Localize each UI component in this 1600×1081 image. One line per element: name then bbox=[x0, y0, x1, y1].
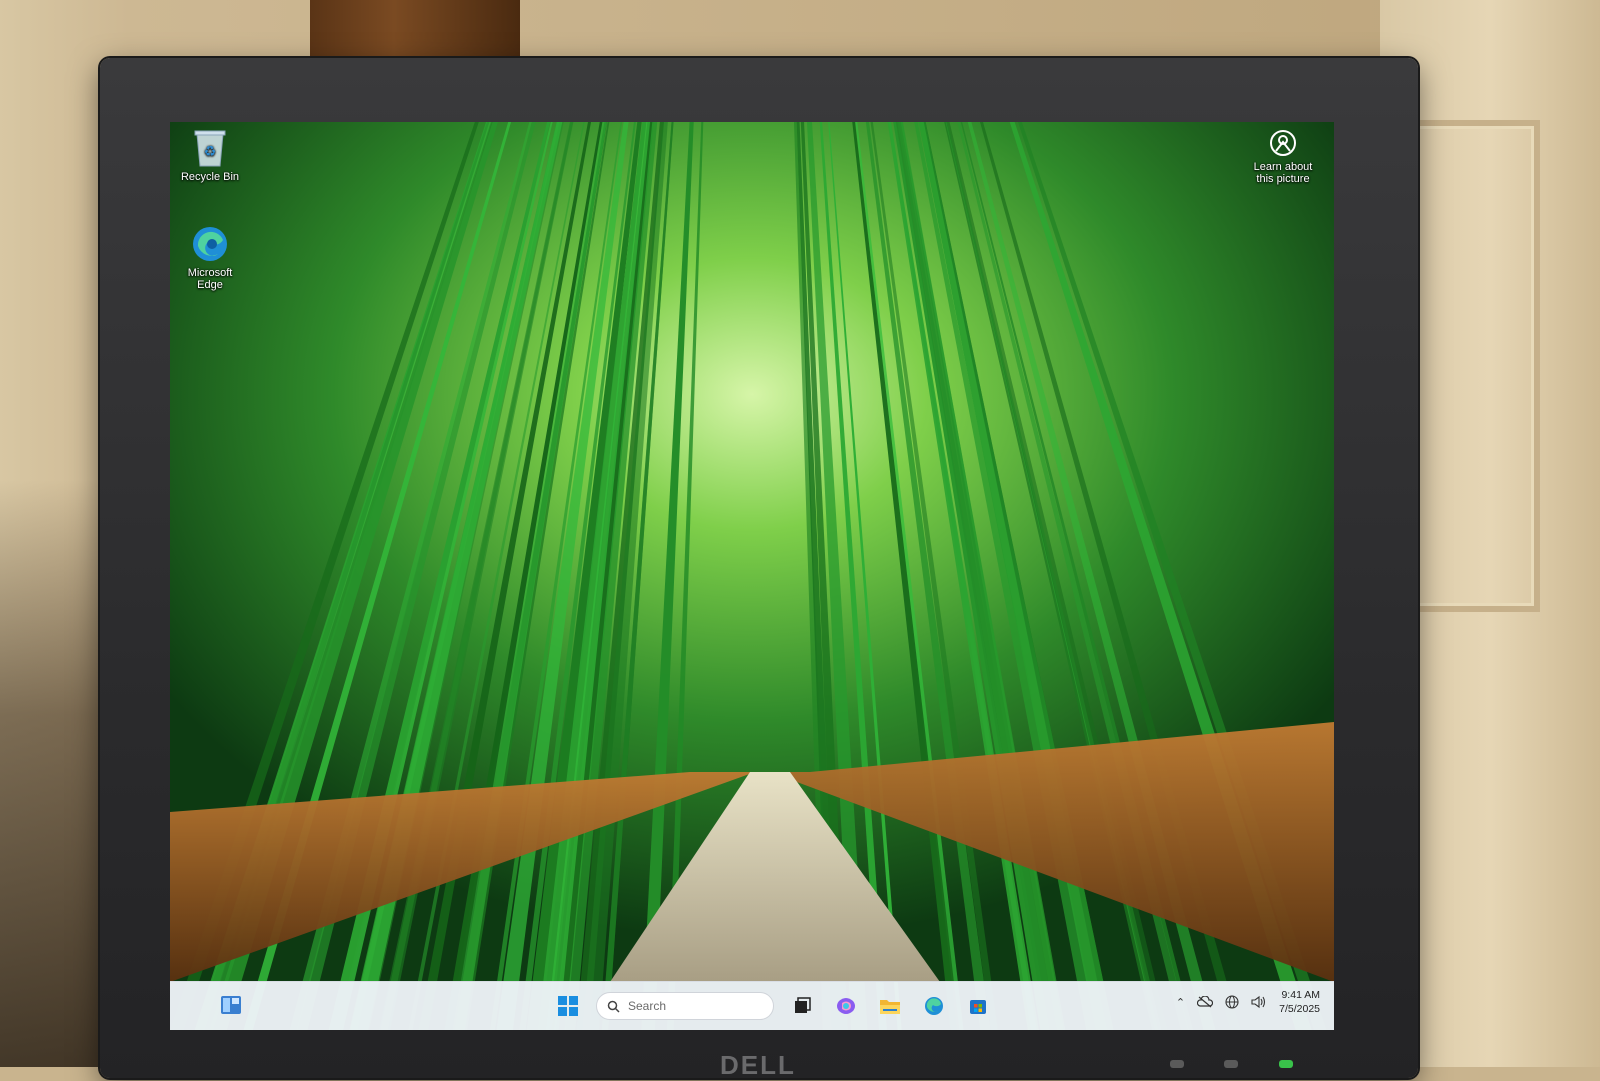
clock-date: 7/5/2025 bbox=[1279, 1003, 1320, 1015]
search-icon bbox=[607, 1000, 620, 1013]
edge-taskbar-button[interactable] bbox=[918, 990, 950, 1022]
taskbar: Search ⌃ 9:41 AM 7/5/2025 bbox=[170, 981, 1334, 1030]
network-icon[interactable] bbox=[1225, 995, 1239, 1009]
copilot-icon bbox=[837, 998, 855, 1014]
monitor-brand: DELL bbox=[720, 1050, 796, 1080]
file-explorer-icon bbox=[880, 1000, 900, 1014]
door-panel bbox=[1408, 120, 1540, 612]
store-button[interactable] bbox=[962, 990, 994, 1022]
edge-icon bbox=[925, 997, 943, 1015]
widgets-button[interactable] bbox=[220, 994, 242, 1021]
learn-label-line2: this picture bbox=[1256, 173, 1310, 185]
edge-label-line2: Edge bbox=[197, 279, 223, 291]
taskbar-center: Search bbox=[552, 990, 994, 1022]
wallpaper bbox=[170, 122, 1334, 1030]
edge-shortcut[interactable]: Microsoft Edge bbox=[170, 224, 250, 291]
recycle-bin-icon: ♻ bbox=[194, 130, 226, 167]
search-box[interactable]: Search bbox=[596, 992, 774, 1020]
task-view-button[interactable] bbox=[786, 990, 818, 1022]
learn-label-line1: Learn about bbox=[1253, 161, 1313, 173]
file-explorer-button[interactable] bbox=[874, 990, 906, 1022]
start-icon bbox=[558, 996, 578, 1016]
screen: ♻ Recycle Bin Microsoft Edge Learn about… bbox=[170, 122, 1334, 1030]
start-button[interactable] bbox=[552, 990, 584, 1022]
chevron-up-icon[interactable]: ⌃ bbox=[1176, 996, 1185, 1009]
edge-label-line1: Microsoft bbox=[187, 267, 233, 279]
svg-text:♻: ♻ bbox=[204, 144, 217, 160]
clock[interactable]: 9:41 AM 7/5/2025 bbox=[1279, 988, 1320, 1016]
door-frame bbox=[310, 0, 520, 60]
volume-icon[interactable] bbox=[1251, 995, 1267, 1009]
learn-about-picture[interactable]: Learn about this picture bbox=[1238, 128, 1328, 185]
onedrive-icon[interactable] bbox=[1197, 996, 1214, 1008]
recycle-bin-shortcut[interactable]: ♻ Recycle Bin bbox=[170, 128, 250, 183]
clock-time: 9:41 AM bbox=[1281, 989, 1320, 1001]
store-icon bbox=[970, 1000, 986, 1014]
camera-location-icon bbox=[1270, 130, 1296, 156]
system-tray: ⌃ 9:41 AM 7/5/2025 bbox=[1176, 988, 1320, 1016]
copilot-button[interactable] bbox=[830, 990, 862, 1022]
microsoft-edge-icon bbox=[193, 227, 227, 261]
monitor-buttons bbox=[1170, 1055, 1329, 1073]
search-placeholder: Search bbox=[628, 999, 667, 1013]
task-view-icon bbox=[795, 997, 811, 1013]
recycle-bin-label: Recycle Bin bbox=[180, 171, 240, 183]
widgets-icon bbox=[221, 996, 241, 1014]
